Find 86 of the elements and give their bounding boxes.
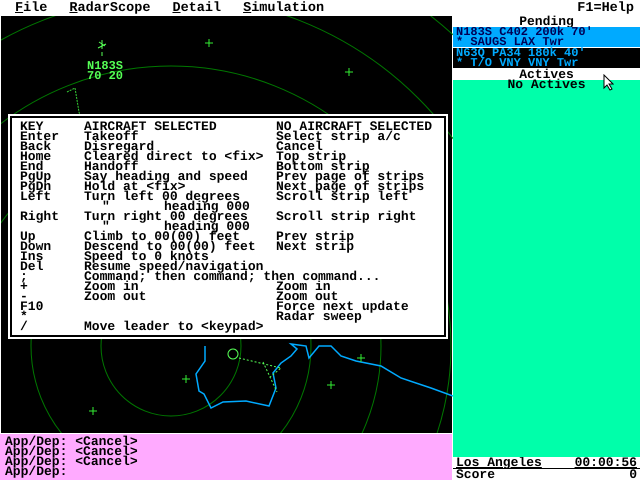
command-text: Next strip — [276, 242, 356, 252]
ditto-mark: " — [102, 202, 110, 212]
command-text: Zoom in — [84, 282, 139, 292]
command-text: Zoom out — [276, 292, 338, 302]
key-name: Enter — [20, 132, 60, 142]
command-text: Zoom out — [84, 292, 148, 302]
fix-marker — [344, 68, 354, 76]
empty-text: No Actives — [507, 80, 586, 90]
command-text: Say heading and speed — [84, 172, 249, 182]
key-name: Back — [20, 142, 52, 152]
strip-line: N183S C402 200k 70' — [456, 27, 594, 37]
mouse-pointer-icon — [603, 74, 614, 91]
command-text: Command; then command; then command... — [84, 272, 382, 282]
key-name: ; — [20, 272, 28, 282]
strip-line: * T/O VNY VNY Twr — [456, 58, 578, 68]
command-text: Prev page of strips — [276, 172, 426, 182]
menu-item[interactable]: File — [15, 0, 48, 16]
key-name: - — [20, 292, 28, 302]
panel-header: Actives — [519, 69, 574, 80]
command-text: Speed to 0 knots — [84, 252, 209, 262]
command-text: Turn right 00 degrees — [84, 212, 248, 222]
command-text: Disregard — [84, 142, 154, 152]
command-text: Bottom strip — [276, 162, 371, 172]
command-text: Scroll strip left — [276, 192, 409, 202]
command-text: Resume speed/navigation — [84, 262, 264, 272]
key-name: PgUp — [20, 172, 52, 182]
key-name: Down — [20, 242, 52, 252]
command-text: Next page of strips — [276, 182, 426, 192]
command-text: Top strip — [276, 152, 346, 162]
menu-item[interactable]: RadarScope — [69, 0, 150, 16]
command-text: Force next update — [276, 302, 410, 312]
column-header: NO AIRCRAFT SELECTED — [276, 122, 434, 132]
strip-line: N63Q PA34 180k 40' — [456, 48, 587, 58]
command-text: Cancel — [276, 142, 323, 152]
key-name: F10 — [20, 302, 44, 312]
aircraft-icon[interactable] — [98, 40, 106, 56]
message-line: App/Dep: <Cancel> — [5, 447, 139, 457]
ditto-mark: " — [102, 222, 110, 232]
menu-item[interactable]: Detail — [172, 0, 222, 16]
key-name: Ins — [20, 252, 44, 262]
flight-strip[interactable]: N183S C402 200k 70' * SAUGS LAX Twr — [453, 27, 640, 47]
command-text: Cleared direct to <fix> — [84, 152, 264, 162]
column-header: AIRCRAFT SELECTED — [84, 122, 218, 132]
location-label: Los Angeles — [456, 457, 542, 468]
command-text: heading 000 — [164, 202, 250, 212]
key-name: End — [20, 162, 44, 172]
message-line: App/Dep: <Cancel> — [5, 437, 139, 447]
command-text: Descend to 00(00) feet — [84, 242, 257, 252]
menu-item[interactable]: Simulation — [243, 0, 324, 16]
message-line: App/Dep: — [5, 467, 68, 477]
command-text: Select strip a/c — [276, 132, 401, 142]
key-name: PgDn — [20, 182, 52, 192]
fix-marker — [326, 380, 336, 390]
command-text: Move leader to <keypad> — [84, 322, 264, 332]
key-name: / — [20, 322, 29, 332]
key-name: Home — [20, 152, 52, 162]
aircraft-track — [228, 348, 282, 392]
command-text: Radar sweep — [276, 312, 362, 322]
key-name: + — [20, 282, 29, 292]
fix-marker — [204, 38, 214, 48]
command-text: Climb to 00(00) feet — [84, 232, 240, 242]
score-value: 0 — [629, 469, 637, 480]
key-name: Up — [20, 232, 36, 242]
fix-marker — [356, 354, 366, 362]
command-text: Prev strip — [276, 232, 356, 242]
panel-header: Pending — [519, 16, 574, 27]
command-text: Takeoff — [84, 132, 139, 142]
flight-strip[interactable]: N63Q PA34 180k 40' * T/O VNY VNY Twr — [453, 48, 640, 68]
fix-marker — [88, 406, 98, 416]
strip-line: * SAUGS LAX Twr — [456, 37, 564, 47]
message-line: App/Dep: <Cancel> — [5, 457, 139, 467]
key-name: Del — [20, 262, 44, 272]
help-hint: F1=Help — [577, 0, 634, 16]
column-header: KEY — [20, 122, 44, 132]
score-label: Score — [456, 469, 496, 480]
clock-text: 00:00:56 — [574, 457, 637, 468]
key-name: * — [20, 312, 28, 322]
command-text: Zoom in — [276, 282, 331, 292]
command-text: Handoff — [84, 162, 139, 172]
command-text: Turn left 00 degrees — [84, 192, 240, 202]
key-name: Right — [20, 212, 60, 222]
aircraft-data: 70 20 — [87, 69, 124, 83]
command-text: heading 000 — [164, 222, 250, 232]
key-name: Left — [20, 192, 52, 202]
fix-marker — [182, 374, 190, 384]
command-text: Scroll strip right — [276, 212, 418, 222]
